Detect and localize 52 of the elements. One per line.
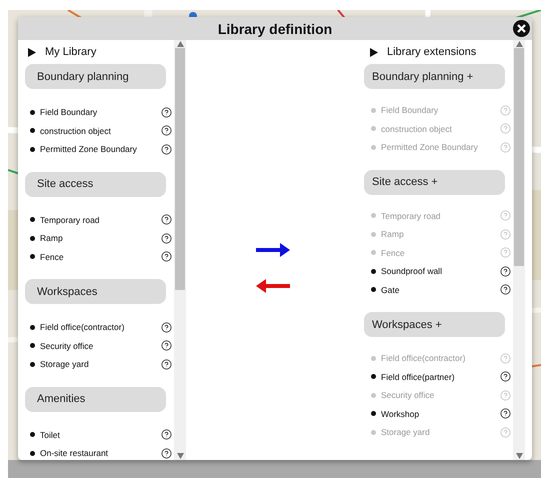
library-item[interactable]: Fence	[18, 248, 174, 266]
expand-triangle-icon[interactable]	[28, 48, 36, 56]
library-item[interactable]: On-site restaurant	[18, 444, 174, 460]
panel-heading: Library extensions	[387, 46, 476, 58]
help-icon[interactable]	[500, 408, 511, 420]
library-item[interactable]: Security office	[18, 336, 174, 355]
help-icon[interactable]	[161, 214, 172, 226]
help-icon[interactable]	[161, 448, 172, 459]
help-icon[interactable]	[161, 144, 172, 155]
library-item[interactable]: Gate	[360, 280, 513, 299]
group-header[interactable]: Boundary planning	[25, 64, 166, 89]
help-icon[interactable]	[500, 371, 511, 382]
library-item[interactable]: Field office(partner)	[360, 368, 513, 386]
group-header[interactable]: Workspaces	[25, 279, 166, 304]
help-icon[interactable]	[161, 358, 172, 370]
scroll-down-arrow-icon	[176, 453, 184, 459]
help-icon[interactable]	[161, 251, 172, 262]
group-header[interactable]: Boundary planning +	[364, 64, 505, 89]
scrollbar[interactable]	[174, 40, 186, 460]
expand-triangle-icon[interactable]	[370, 48, 378, 56]
library-item[interactable]: Workshop	[360, 404, 513, 423]
left-arrow-icon[interactable]	[256, 278, 290, 292]
scroll-down-arrow-icon	[516, 453, 522, 459]
library-item[interactable]: Storage yard	[18, 355, 174, 374]
help-icon[interactable]	[161, 125, 172, 136]
help-icon[interactable]	[161, 322, 172, 333]
library-item[interactable]: construction object	[18, 122, 174, 140]
library-item[interactable]: Field office(contractor)	[18, 318, 174, 336]
dialog-title: Library definition	[218, 20, 332, 36]
help-icon[interactable]	[161, 429, 172, 440]
close-icon	[517, 24, 526, 33]
library-item[interactable]: Toilet	[18, 426, 174, 444]
close-button[interactable]	[513, 20, 530, 37]
library-item[interactable]: Field Boundary	[18, 103, 174, 122]
group-header[interactable]: Site access	[25, 172, 166, 196]
help-icon[interactable]	[161, 106, 172, 118]
right-arrow-icon[interactable]	[256, 242, 290, 256]
group-header[interactable]: Site access +	[364, 170, 505, 194]
library-item[interactable]: Soundproof wall	[360, 262, 513, 280]
scroll-up-arrow-icon	[516, 41, 522, 47]
help-icon[interactable]	[161, 232, 172, 244]
help-icon[interactable]	[500, 266, 511, 277]
panel-heading: My Library	[45, 46, 96, 58]
library-item[interactable]: Ramp	[18, 229, 174, 248]
group-header[interactable]: Amenities	[25, 386, 166, 412]
group-header[interactable]: Workspaces +	[364, 312, 505, 337]
scrollbar[interactable]	[513, 40, 525, 460]
help-icon[interactable]	[161, 340, 172, 352]
library-item[interactable]: Temporary road	[18, 210, 174, 229]
help-icon[interactable]	[500, 284, 511, 296]
scroll-up-arrow-icon	[176, 41, 184, 47]
library-item[interactable]: Permitted Zone Boundary	[18, 140, 174, 158]
